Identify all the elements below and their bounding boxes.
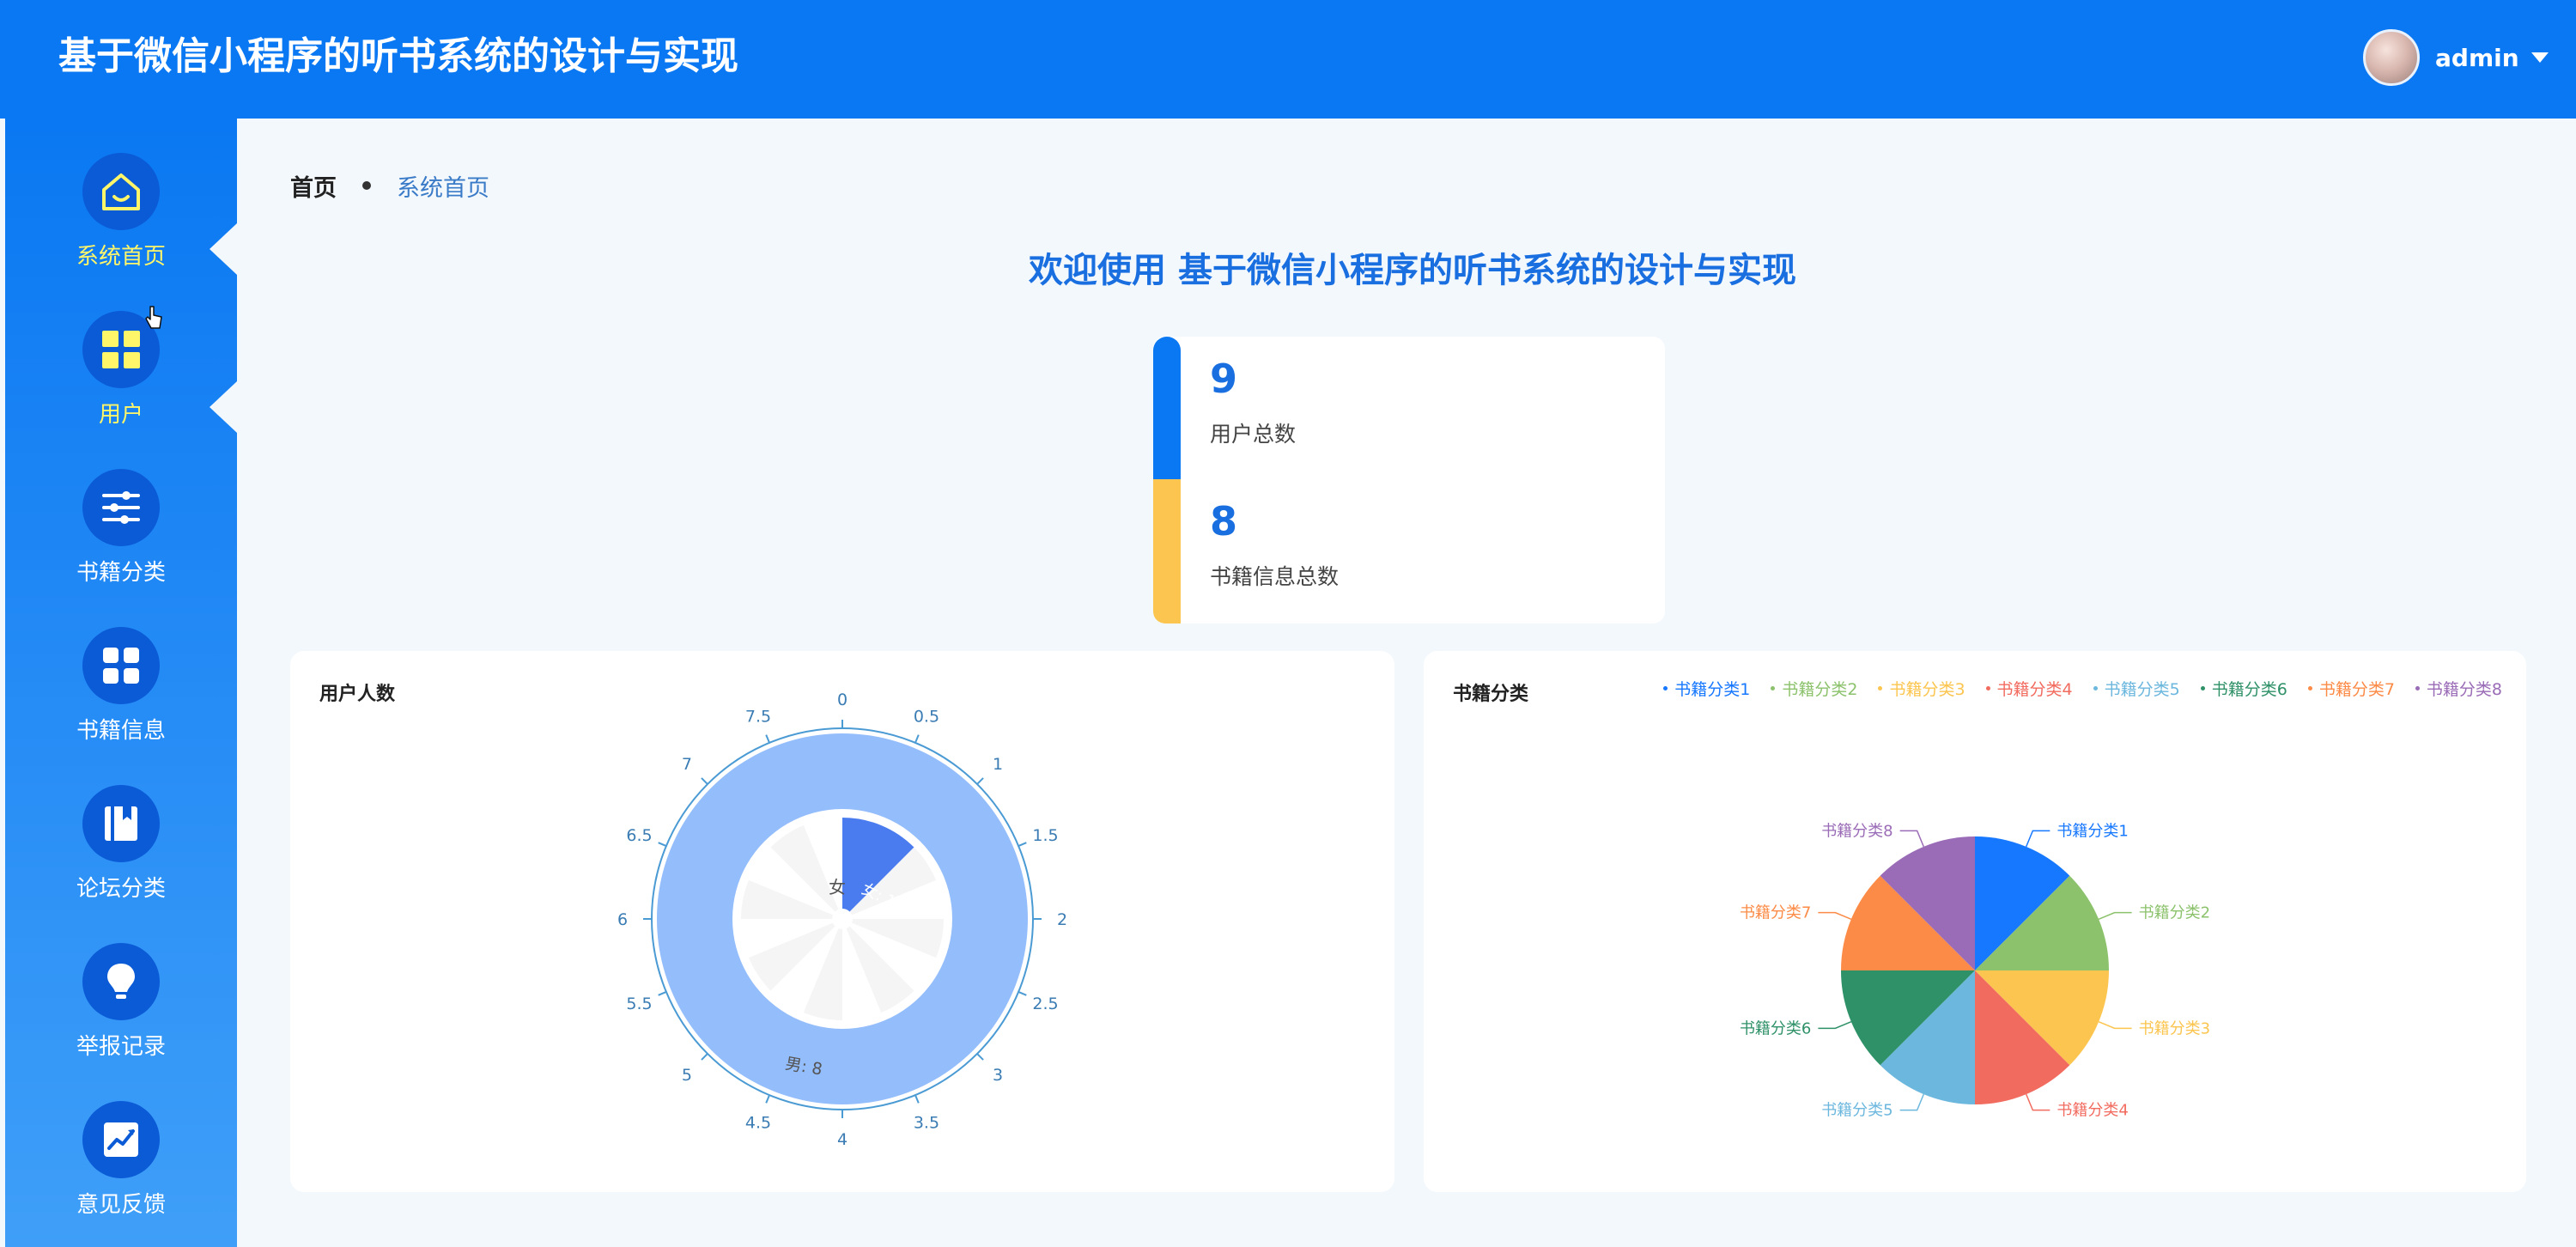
angle-tick	[658, 991, 667, 996]
angle-tick	[701, 1053, 708, 1061]
breadcrumb-home[interactable]: 首页	[290, 169, 337, 203]
angle-tick-label: 0	[837, 690, 848, 709]
angle-tick-label: 2	[1057, 910, 1067, 929]
slice-label-line	[2098, 1021, 2132, 1030]
slice-label-line	[1899, 830, 1924, 848]
user-menu[interactable]: admin	[2363, 27, 2549, 88]
angle-tick-label: 3.5	[914, 1114, 939, 1133]
slice-label: 书籍分类8	[1821, 822, 1893, 840]
slice-label: 书籍分类6	[1740, 1019, 1811, 1037]
home-icon	[82, 153, 160, 230]
stat-books-label: 书籍信息总数	[1210, 564, 1340, 589]
angle-tick	[1018, 991, 1027, 996]
sidebar-item-label: 举报记录	[76, 1034, 166, 1060]
angle-tick	[914, 734, 920, 744]
angle-tick	[976, 777, 984, 785]
slice-label: 书籍分类7	[1740, 904, 1811, 922]
slice-label: 书籍分类1	[2057, 822, 2128, 840]
user-count-chart-panel: 用户人数 0 0.5 1 1.5 2 2.5 3 3.5 4 4.5 5 5.5 6 6.5 7 7.5 女女:…	[290, 651, 1394, 1192]
sidebar-item-label: 书籍分类	[76, 560, 166, 586]
book-icon	[82, 785, 160, 862]
stats-card: 9 用户总数 8 书籍信息总数	[1153, 337, 1665, 624]
slice-label-line	[2026, 830, 2050, 848]
angle-tick-label: 6.5	[626, 826, 652, 845]
polar-bar-chart: 00.511.522.533.544.555.566.577.5女 女: 1男: …	[617, 690, 1067, 1149]
sidebar-item-forum-categories[interactable]: 论坛分类	[5, 785, 237, 943]
slice-label-line	[1818, 1021, 1852, 1030]
angle-tick-label: 0.5	[914, 707, 939, 726]
hover-indicator	[210, 381, 237, 433]
stat-users-value: 9	[1210, 356, 1238, 402]
slice-label: 书籍分类4	[2057, 1102, 2128, 1120]
angle-tick-label: 7.5	[745, 707, 771, 726]
sliders-icon	[82, 469, 160, 546]
angle-tick-label: 4.5	[745, 1114, 771, 1133]
top-bar: 基于微信小程序的听书系统的设计与实现 admin	[0, 0, 2576, 119]
welcome-heading: 欢迎使用 基于微信小程序的听书系统的设计与实现	[1029, 251, 1796, 290]
sidebar-item-label: 论坛分类	[76, 876, 166, 902]
breadcrumb-separator	[362, 181, 371, 190]
sidebar-item-book-info[interactable]: 书籍信息	[5, 627, 237, 785]
angle-tick	[658, 842, 667, 847]
angle-tick-label: 6	[617, 910, 628, 929]
angle-tick	[914, 1094, 920, 1104]
sidebar-item-label: 书籍信息	[76, 718, 166, 744]
slice-label-line	[2098, 911, 2132, 920]
lightbulb-icon	[82, 943, 160, 1020]
slice-label-line	[1899, 1093, 1924, 1111]
avatar[interactable]	[2363, 29, 2420, 86]
stat-books-value: 8	[1210, 498, 1238, 544]
angle-tick-label: 1	[993, 755, 1003, 774]
slice-label: 书籍分类2	[2139, 904, 2210, 922]
angle-tick	[765, 734, 770, 744]
sidebar-item-users[interactable]: 用户	[5, 311, 237, 469]
sidebar-item-feedback[interactable]: 意见反馈	[5, 1101, 237, 1247]
angle-tick-label: 3	[993, 1066, 1003, 1085]
stat-accent-bar	[1153, 337, 1181, 479]
apps-icon	[82, 627, 160, 704]
hand-cursor-icon	[145, 306, 162, 329]
sidebar-item-reports[interactable]: 举报记录	[5, 943, 237, 1101]
slice-label: 书籍分类3	[2139, 1019, 2210, 1037]
app-title: 基于微信小程序的听书系统的设计与实现	[58, 34, 738, 78]
slice-label-line	[2026, 1093, 2050, 1111]
sidebar-item-book-categories[interactable]: 书籍分类	[5, 469, 237, 627]
angle-tick	[976, 1053, 984, 1061]
angle-tick	[1018, 842, 1027, 847]
radius-axis-label: 女	[829, 877, 846, 897]
pie-chart: 书籍分类1 书籍分类2 书籍分类3 书籍分类4 书籍分类5 书籍分类6 书籍分类7 书籍分类8	[1740, 822, 2210, 1120]
breadcrumb-current: 系统首页	[397, 174, 489, 202]
slice-label-line	[1818, 911, 1852, 920]
stat-accent-bar	[1153, 479, 1181, 624]
stat-users-label: 用户总数	[1210, 422, 1297, 447]
sidebar-item-label: 用户	[98, 402, 143, 428]
slice-label: 书籍分类5	[1821, 1102, 1893, 1120]
trend-chart-icon	[82, 1101, 160, 1178]
chevron-down-icon[interactable]	[2530, 52, 2549, 63]
breadcrumb: 首页 系统首页	[290, 168, 489, 203]
angle-tick-label: 5.5	[626, 995, 652, 1013]
angle-tick-label: 2.5	[1032, 995, 1058, 1013]
book-category-chart-panel: 书籍分类 书籍分类1 书籍分类2 书籍分类3 书籍分类4 书籍分类5 书籍分类6 书籍分类7…	[1424, 651, 2526, 1192]
angle-tick-label: 7	[682, 755, 692, 774]
angle-tick	[765, 1094, 770, 1104]
user-name[interactable]: admin	[2435, 44, 2519, 72]
angle-tick-label: 1.5	[1032, 826, 1058, 845]
sidebar-item-label: 意见反馈	[76, 1192, 166, 1218]
angle-tick	[701, 777, 708, 785]
angle-tick-label: 4	[837, 1130, 848, 1149]
angle-tick-label: 5	[682, 1066, 692, 1085]
